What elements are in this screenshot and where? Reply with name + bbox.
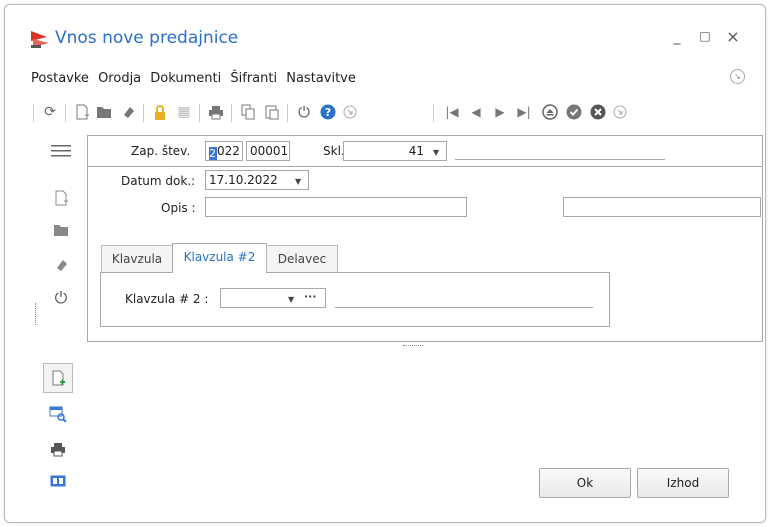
zap-year-value: 022 bbox=[217, 144, 240, 158]
expand-small-icon[interactable] bbox=[339, 101, 361, 123]
klavzula2-description-field[interactable] bbox=[335, 307, 593, 308]
zap-number-field[interactable]: 00001 bbox=[246, 141, 290, 161]
chevron-down-icon[interactable]: ▼ bbox=[433, 148, 439, 157]
toolbar-separator bbox=[433, 104, 434, 122]
menu-dokumenti[interactable]: Dokumenti bbox=[150, 71, 221, 86]
opis-extra-field[interactable] bbox=[563, 197, 761, 217]
chevron-down-icon[interactable]: ▼ bbox=[295, 177, 301, 186]
tab-klavzula[interactable]: Klavzula bbox=[101, 245, 173, 273]
opis-field[interactable] bbox=[205, 197, 467, 217]
lock-icon[interactable] bbox=[149, 101, 171, 123]
expand-small-icon[interactable] bbox=[609, 101, 631, 123]
title-bar: Vnos nove predajnice _ □ × bbox=[5, 5, 765, 63]
power-icon[interactable]: ⏻ bbox=[49, 286, 73, 310]
paste-icon[interactable] bbox=[261, 101, 283, 123]
splitter-grip[interactable] bbox=[403, 345, 423, 346]
svg-text:?: ? bbox=[325, 106, 331, 119]
toolbar-separator bbox=[143, 104, 144, 122]
eraser-icon[interactable] bbox=[49, 253, 73, 277]
toolbar-separator bbox=[199, 104, 200, 122]
datum-dok-field[interactable]: 17.10.2022 bbox=[205, 170, 309, 190]
new-document-icon[interactable] bbox=[71, 101, 93, 123]
grid-icon[interactable]: ▦ bbox=[173, 101, 195, 123]
text-cursor-selection: 2 bbox=[209, 147, 217, 160]
toolbar-separator bbox=[65, 104, 66, 122]
ellipsis-button[interactable]: ··· bbox=[304, 290, 317, 303]
open-folder-icon[interactable] bbox=[93, 101, 115, 123]
chevron-down-icon[interactable]: ▼ bbox=[288, 295, 294, 304]
last-record-icon[interactable]: ▶| bbox=[513, 101, 535, 123]
splitter-handle[interactable] bbox=[35, 303, 36, 325]
active-tab-connector bbox=[173, 271, 266, 273]
open-folder-icon[interactable] bbox=[49, 218, 73, 242]
toolbar-separator bbox=[231, 104, 232, 122]
table-search-icon[interactable] bbox=[46, 402, 70, 426]
print-icon[interactable] bbox=[46, 437, 70, 461]
menu-sifranti[interactable]: Šifranti bbox=[230, 71, 277, 86]
cancel-icon[interactable] bbox=[587, 101, 609, 123]
ok-button[interactable]: Ok bbox=[539, 468, 631, 498]
datum-dok-label: Datum dok.: bbox=[121, 174, 196, 188]
menu-nastavitve[interactable]: Nastavitve bbox=[286, 71, 356, 86]
columns-icon[interactable] bbox=[46, 469, 70, 493]
dialog-window: Vnos nove predajnice _ □ × Postavke Orod… bbox=[4, 4, 766, 523]
confirm-icon[interactable] bbox=[563, 101, 585, 123]
menu-bar: Postavke Orodja Dokumenti Šifranti Nasta… bbox=[31, 71, 361, 91]
skl-label: Skl. bbox=[323, 144, 345, 158]
minimize-button[interactable]: _ bbox=[667, 29, 687, 45]
toolbar-separator bbox=[33, 104, 34, 122]
zap-year-field[interactable]: 2022 bbox=[205, 141, 243, 161]
opis-label: Opis : bbox=[161, 201, 196, 215]
menu-orodja[interactable]: Orodja bbox=[98, 71, 141, 86]
skl-select[interactable]: 41 bbox=[343, 141, 447, 161]
menu-overflow-icon[interactable]: ↘ bbox=[730, 69, 745, 84]
power-icon[interactable]: ⏻ bbox=[293, 101, 315, 123]
tab-delavec[interactable]: Delavec bbox=[266, 245, 338, 273]
hamburger-menu-icon[interactable] bbox=[49, 139, 73, 163]
eject-icon[interactable] bbox=[539, 101, 561, 123]
add-new-icon[interactable] bbox=[43, 363, 73, 393]
refresh-icon[interactable]: ⟳ bbox=[39, 101, 61, 123]
app-logo-icon bbox=[31, 31, 49, 48]
zap-stev-label: Zap. štev. bbox=[131, 144, 191, 158]
copy-icon[interactable] bbox=[237, 101, 259, 123]
close-button[interactable]: × bbox=[723, 27, 743, 46]
previous-record-icon[interactable]: ◀ bbox=[465, 101, 487, 123]
tab-klavzula-2[interactable]: Klavzula #2 bbox=[172, 243, 267, 273]
next-record-icon[interactable]: ▶ bbox=[489, 101, 511, 123]
toolbar-separator bbox=[287, 104, 288, 122]
izhod-button[interactable]: Izhod bbox=[637, 468, 729, 498]
menu-postavke[interactable]: Postavke bbox=[31, 71, 89, 86]
first-record-icon[interactable]: |◀ bbox=[441, 101, 463, 123]
skl-description-field[interactable] bbox=[455, 159, 665, 160]
print-icon[interactable] bbox=[205, 101, 227, 123]
window-title: Vnos nove predajnice bbox=[55, 28, 239, 48]
klavzula2-label: Klavzula # 2 : bbox=[125, 292, 209, 306]
help-icon[interactable]: ? bbox=[317, 101, 339, 123]
eraser-icon[interactable] bbox=[117, 101, 139, 123]
maximize-button[interactable]: □ bbox=[695, 29, 715, 43]
new-document-icon[interactable] bbox=[49, 186, 73, 210]
